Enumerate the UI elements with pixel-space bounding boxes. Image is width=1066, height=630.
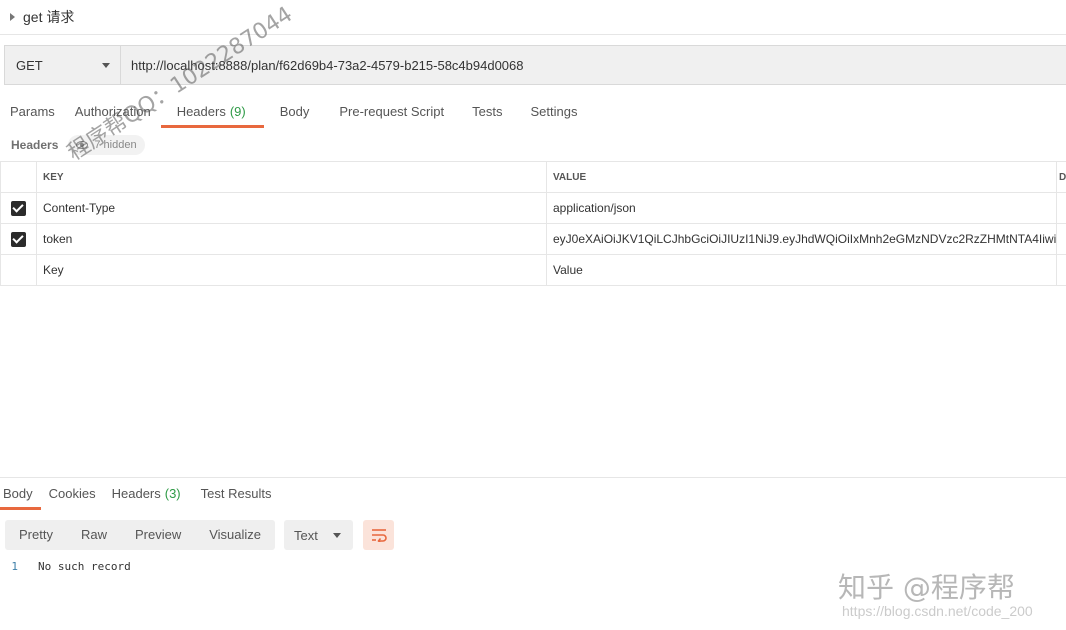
response-line: 1 No such record — [0, 560, 131, 578]
tab-label: Params — [10, 104, 55, 119]
tab-label: Body — [279, 104, 310, 119]
tab-body[interactable]: Body — [264, 98, 326, 128]
method-select[interactable]: GET — [5, 46, 121, 84]
table-row-new: Key Value — [0, 254, 1066, 286]
response-divider — [0, 477, 1066, 478]
response-tab-cookies[interactable]: Cookies — [41, 480, 104, 510]
header-description-cell[interactable] — [1056, 223, 1066, 255]
line-number: 1 — [11, 560, 18, 573]
row-checkbox-cell — [0, 254, 37, 286]
tab-pre-request-script[interactable]: Pre-request Script — [325, 98, 458, 128]
table-header-row: KEY VALUE D — [0, 161, 1066, 193]
line-text: No such record — [38, 560, 131, 573]
headers-table: KEY VALUE D Content-Type application/jso… — [0, 161, 1066, 286]
request-title: get 请求 — [23, 9, 75, 25]
wrap-lines-button[interactable] — [363, 520, 394, 550]
request-title-bar[interactable]: get 请求 — [0, 0, 1066, 35]
response-tab-test-results[interactable]: Test Results — [189, 480, 284, 510]
tab-tests[interactable]: Tests — [458, 98, 516, 128]
new-description-input[interactable] — [1056, 254, 1066, 286]
column-header-value: VALUE — [546, 161, 1057, 193]
tab-label: Body — [3, 486, 33, 501]
row-checkbox[interactable] — [11, 231, 26, 247]
view-visualize-button[interactable]: Visualize — [195, 520, 275, 550]
tab-label: Cookies — [48, 486, 96, 501]
header-description-cell[interactable] — [1056, 192, 1066, 224]
zhihu-watermark: 知乎 @程序帮 — [838, 571, 1015, 604]
row-checkbox-cell — [0, 223, 37, 255]
chevron-down-icon — [102, 62, 110, 68]
tab-count: (9) — [229, 104, 246, 119]
tab-label: Test Results — [200, 486, 272, 501]
header-value-cell[interactable]: application/json — [546, 192, 1057, 224]
header-key-cell[interactable]: Content-Type — [36, 192, 547, 224]
response-tab-headers[interactable]: Headers (3) — [104, 480, 189, 510]
tab-label: Headers — [111, 486, 161, 501]
tab-label: Settings — [530, 104, 578, 119]
wrap-lines-icon — [371, 529, 387, 542]
format-select[interactable]: Text — [284, 520, 353, 550]
new-key-input[interactable]: Key — [36, 254, 547, 286]
tab-label: Pre-request Script — [339, 104, 445, 119]
csdn-watermark: https://blog.csdn.net/code_200 — [842, 603, 1033, 619]
column-header-description: D — [1056, 161, 1066, 193]
tab-params[interactable]: Params — [0, 98, 65, 128]
method-label: GET — [16, 57, 43, 73]
body-view-switcher: Pretty Raw Preview Visualize — [5, 520, 276, 550]
row-checkbox[interactable] — [11, 200, 26, 216]
chevron-down-icon — [333, 532, 341, 538]
format-label: Text — [294, 527, 318, 543]
header-value-cell[interactable]: eyJ0eXAiOiJKV1QiLCJhbGciOiJIUzI1NiJ9.eyJ… — [546, 223, 1057, 255]
checkbox-column-header — [0, 161, 37, 193]
headers-label: Headers — [11, 138, 59, 152]
tab-label: Headers — [176, 104, 226, 119]
tab-settings[interactable]: Settings — [516, 98, 591, 128]
view-pretty-button[interactable]: Pretty — [5, 520, 67, 550]
new-value-input[interactable]: Value — [546, 254, 1057, 286]
response-tabs: Body Cookies Headers (3) Test Results — [0, 480, 283, 510]
tab-label: Tests — [472, 104, 503, 119]
column-header-key: KEY — [36, 161, 547, 193]
caret-right-icon[interactable] — [10, 13, 15, 21]
tab-count: (3) — [164, 486, 181, 501]
response-tab-body[interactable]: Body — [0, 480, 41, 510]
row-checkbox-cell — [0, 192, 37, 224]
url-input[interactable]: http://localhost:8888/plan/f62d69b4-73a2… — [121, 46, 1066, 84]
table-row: Content-Type application/json — [0, 192, 1066, 224]
table-row: token eyJ0eXAiOiJKV1QiLCJhbGciOiJIUzI1Ni… — [0, 223, 1066, 255]
header-key-cell[interactable]: token — [36, 223, 547, 255]
view-preview-button[interactable]: Preview — [121, 520, 195, 550]
view-raw-button[interactable]: Raw — [67, 520, 121, 550]
